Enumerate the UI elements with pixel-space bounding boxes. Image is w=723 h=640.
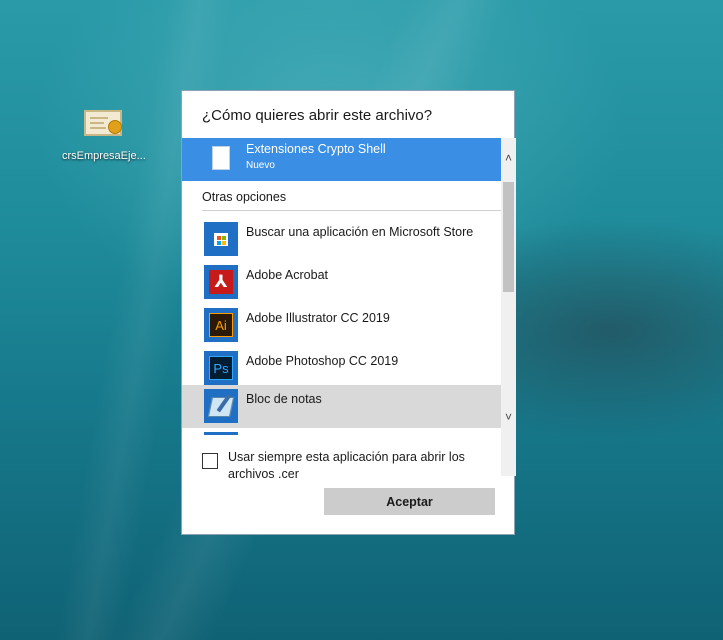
open-with-dialog: ¿Cómo quieres abrir este archivo? Extens… xyxy=(181,90,516,535)
desktop-file-crsempresa[interactable]: crsEmpresaEje... xyxy=(62,108,146,162)
blank-document-icon xyxy=(204,142,238,176)
app-subtitle: Nuevo xyxy=(246,160,275,171)
list-item-extensiones-crypto-shell[interactable]: Extensiones Crypto Shell Nuevo xyxy=(182,138,501,181)
scroll-down-icon[interactable]: ˅ xyxy=(501,410,516,425)
app-name: Adobe Photoshop CC 2019 xyxy=(246,354,399,368)
accept-button[interactable]: Aceptar xyxy=(324,488,495,515)
app-name: Adobe Acrobat xyxy=(246,268,329,282)
list-scrollbar[interactable]: ˄ ˅ xyxy=(501,138,516,476)
app-name: Adobe Illustrator CC 2019 xyxy=(246,311,390,325)
app-name: Buscar una aplicación en Microsoft Store xyxy=(246,225,474,239)
list-item-adobe-acrobat[interactable]: ⅄ Adobe Acrobat xyxy=(182,261,501,304)
certificate-file-icon xyxy=(82,108,124,138)
always-use-checkbox[interactable] xyxy=(202,453,218,469)
list-item-adobe-photoshop[interactable]: Ps Adobe Photoshop CC 2019 xyxy=(182,347,501,390)
adobe-photoshop-icon: Ps xyxy=(204,351,238,385)
list-item-microsoft-store[interactable]: Buscar una aplicación en Microsoft Store xyxy=(182,218,501,261)
microsoft-store-icon xyxy=(204,222,238,256)
list-item-adobe-illustrator[interactable]: Ai Adobe Illustrator CC 2019 xyxy=(182,304,501,347)
adobe-illustrator-icon: Ai xyxy=(204,308,238,342)
scroll-up-icon[interactable]: ˄ xyxy=(501,151,516,166)
section-divider xyxy=(202,210,501,211)
always-use-label[interactable]: Usar siempre esta aplicación para abrir … xyxy=(228,449,488,483)
app-name: Bloc de notas xyxy=(246,392,322,406)
notepad-icon xyxy=(204,389,238,423)
adobe-acrobat-icon: ⅄ xyxy=(204,265,238,299)
desktop-file-label: crsEmpresaEje... xyxy=(62,150,146,162)
dialog-title: ¿Cómo quieres abrir este archivo? xyxy=(202,107,433,124)
app-list: Extensiones Crypto Shell Nuevo Otras opc… xyxy=(182,138,516,476)
list-item-bloc-de-notas[interactable]: Bloc de notas xyxy=(182,385,501,428)
scroll-thumb[interactable] xyxy=(503,182,514,292)
next-item-peek xyxy=(204,432,238,435)
app-name: Extensiones Crypto Shell xyxy=(246,142,386,156)
section-label-other-options: Otras opciones xyxy=(202,190,287,204)
